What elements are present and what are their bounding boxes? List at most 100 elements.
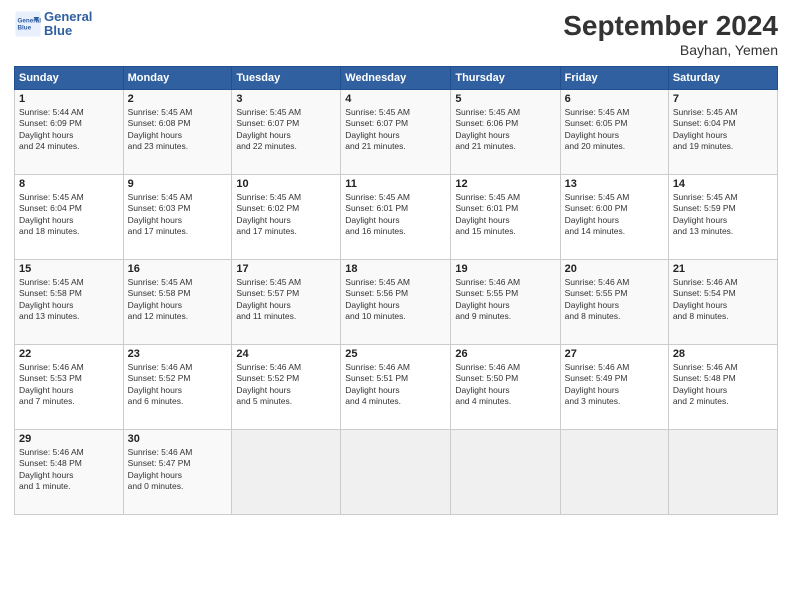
calendar-cell: [341, 430, 451, 515]
calendar-cell: 7 Sunrise: 5:45 AMSunset: 6:04 PMDayligh…: [668, 90, 777, 175]
day-info: Sunrise: 5:44 AMSunset: 6:09 PMDaylight …: [19, 107, 84, 151]
calendar-cell: 19 Sunrise: 5:46 AMSunset: 5:55 PMDaylig…: [451, 260, 560, 345]
calendar-cell: 3 Sunrise: 5:45 AMSunset: 6:07 PMDayligh…: [232, 90, 341, 175]
calendar-cell: [232, 430, 341, 515]
day-info: Sunrise: 5:46 AMSunset: 5:50 PMDaylight …: [455, 362, 520, 406]
location-title: Bayhan, Yemen: [563, 42, 778, 58]
day-info: Sunrise: 5:46 AMSunset: 5:54 PMDaylight …: [673, 277, 738, 321]
day-number: 22: [19, 348, 119, 360]
day-info: Sunrise: 5:46 AMSunset: 5:49 PMDaylight …: [565, 362, 630, 406]
calendar-cell: 14 Sunrise: 5:45 AMSunset: 5:59 PMDaylig…: [668, 175, 777, 260]
calendar-week-1: 1 Sunrise: 5:44 AMSunset: 6:09 PMDayligh…: [15, 90, 778, 175]
svg-text:Blue: Blue: [18, 25, 32, 32]
calendar-cell: [451, 430, 560, 515]
day-info: Sunrise: 5:45 AMSunset: 5:57 PMDaylight …: [236, 277, 301, 321]
day-number: 27: [565, 348, 664, 360]
day-info: Sunrise: 5:45 AMSunset: 5:58 PMDaylight …: [128, 277, 193, 321]
calendar-cell: [668, 430, 777, 515]
calendar-week-3: 15 Sunrise: 5:45 AMSunset: 5:58 PMDaylig…: [15, 260, 778, 345]
day-number: 7: [673, 93, 773, 105]
day-number: 1: [19, 93, 119, 105]
day-info: Sunrise: 5:46 AMSunset: 5:55 PMDaylight …: [565, 277, 630, 321]
calendar-week-2: 8 Sunrise: 5:45 AMSunset: 6:04 PMDayligh…: [15, 175, 778, 260]
day-number: 20: [565, 263, 664, 275]
logo-text-general: General: [44, 10, 92, 24]
day-info: Sunrise: 5:46 AMSunset: 5:52 PMDaylight …: [128, 362, 193, 406]
calendar-cell: 16 Sunrise: 5:45 AMSunset: 5:58 PMDaylig…: [123, 260, 232, 345]
header-row: SundayMondayTuesdayWednesdayThursdayFrid…: [15, 67, 778, 90]
day-info: Sunrise: 5:45 AMSunset: 6:04 PMDaylight …: [19, 192, 84, 236]
day-info: Sunrise: 5:45 AMSunset: 6:07 PMDaylight …: [236, 107, 301, 151]
day-number: 14: [673, 178, 773, 190]
day-info: Sunrise: 5:46 AMSunset: 5:47 PMDaylight …: [128, 447, 193, 491]
day-number: 16: [128, 263, 228, 275]
day-info: Sunrise: 5:45 AMSunset: 6:05 PMDaylight …: [565, 107, 630, 151]
day-number: 29: [19, 433, 119, 445]
logo-text-blue: Blue: [44, 24, 92, 38]
day-header-friday: Friday: [560, 67, 668, 90]
calendar-cell: 10 Sunrise: 5:45 AMSunset: 6:02 PMDaylig…: [232, 175, 341, 260]
day-number: 6: [565, 93, 664, 105]
calendar-cell: 11 Sunrise: 5:45 AMSunset: 6:01 PMDaylig…: [341, 175, 451, 260]
calendar-cell: 27 Sunrise: 5:46 AMSunset: 5:49 PMDaylig…: [560, 345, 668, 430]
calendar-cell: 8 Sunrise: 5:45 AMSunset: 6:04 PMDayligh…: [15, 175, 124, 260]
day-number: 28: [673, 348, 773, 360]
calendar-cell: 12 Sunrise: 5:45 AMSunset: 6:01 PMDaylig…: [451, 175, 560, 260]
day-number: 24: [236, 348, 336, 360]
day-number: 12: [455, 178, 555, 190]
calendar-cell: 4 Sunrise: 5:45 AMSunset: 6:07 PMDayligh…: [341, 90, 451, 175]
day-header-thursday: Thursday: [451, 67, 560, 90]
day-header-wednesday: Wednesday: [341, 67, 451, 90]
calendar-cell: 2 Sunrise: 5:45 AMSunset: 6:08 PMDayligh…: [123, 90, 232, 175]
calendar-cell: 15 Sunrise: 5:45 AMSunset: 5:58 PMDaylig…: [15, 260, 124, 345]
calendar-table: SundayMondayTuesdayWednesdayThursdayFrid…: [14, 66, 778, 515]
day-number: 19: [455, 263, 555, 275]
day-info: Sunrise: 5:45 AMSunset: 5:56 PMDaylight …: [345, 277, 410, 321]
calendar-week-5: 29 Sunrise: 5:46 AMSunset: 5:48 PMDaylig…: [15, 430, 778, 515]
day-info: Sunrise: 5:45 AMSunset: 6:01 PMDaylight …: [345, 192, 410, 236]
calendar-cell: 1 Sunrise: 5:44 AMSunset: 6:09 PMDayligh…: [15, 90, 124, 175]
day-info: Sunrise: 5:45 AMSunset: 6:06 PMDaylight …: [455, 107, 520, 151]
day-info: Sunrise: 5:46 AMSunset: 5:53 PMDaylight …: [19, 362, 84, 406]
day-number: 2: [128, 93, 228, 105]
day-header-sunday: Sunday: [15, 67, 124, 90]
day-number: 18: [345, 263, 446, 275]
day-info: Sunrise: 5:45 AMSunset: 6:08 PMDaylight …: [128, 107, 193, 151]
day-info: Sunrise: 5:45 AMSunset: 6:03 PMDaylight …: [128, 192, 193, 236]
day-info: Sunrise: 5:46 AMSunset: 5:48 PMDaylight …: [19, 447, 84, 491]
day-number: 13: [565, 178, 664, 190]
calendar-week-4: 22 Sunrise: 5:46 AMSunset: 5:53 PMDaylig…: [15, 345, 778, 430]
calendar-cell: 18 Sunrise: 5:45 AMSunset: 5:56 PMDaylig…: [341, 260, 451, 345]
calendar-cell: 20 Sunrise: 5:46 AMSunset: 5:55 PMDaylig…: [560, 260, 668, 345]
day-number: 4: [345, 93, 446, 105]
day-info: Sunrise: 5:45 AMSunset: 6:02 PMDaylight …: [236, 192, 301, 236]
calendar-cell: 30 Sunrise: 5:46 AMSunset: 5:47 PMDaylig…: [123, 430, 232, 515]
day-number: 11: [345, 178, 446, 190]
day-info: Sunrise: 5:46 AMSunset: 5:55 PMDaylight …: [455, 277, 520, 321]
calendar-cell: 26 Sunrise: 5:46 AMSunset: 5:50 PMDaylig…: [451, 345, 560, 430]
header: General Blue General Blue September 2024…: [14, 10, 778, 58]
day-info: Sunrise: 5:45 AMSunset: 6:01 PMDaylight …: [455, 192, 520, 236]
calendar-cell: 9 Sunrise: 5:45 AMSunset: 6:03 PMDayligh…: [123, 175, 232, 260]
day-number: 5: [455, 93, 555, 105]
calendar-body: 1 Sunrise: 5:44 AMSunset: 6:09 PMDayligh…: [15, 90, 778, 515]
calendar-cell: 23 Sunrise: 5:46 AMSunset: 5:52 PMDaylig…: [123, 345, 232, 430]
logo: General Blue General Blue: [14, 10, 92, 39]
calendar-cell: 25 Sunrise: 5:46 AMSunset: 5:51 PMDaylig…: [341, 345, 451, 430]
day-header-saturday: Saturday: [668, 67, 777, 90]
day-number: 25: [345, 348, 446, 360]
day-number: 15: [19, 263, 119, 275]
calendar-cell: 22 Sunrise: 5:46 AMSunset: 5:53 PMDaylig…: [15, 345, 124, 430]
day-info: Sunrise: 5:45 AMSunset: 5:58 PMDaylight …: [19, 277, 84, 321]
month-title: September 2024: [563, 10, 778, 42]
calendar-cell: 29 Sunrise: 5:46 AMSunset: 5:48 PMDaylig…: [15, 430, 124, 515]
calendar-cell: 28 Sunrise: 5:46 AMSunset: 5:48 PMDaylig…: [668, 345, 777, 430]
day-info: Sunrise: 5:46 AMSunset: 5:48 PMDaylight …: [673, 362, 738, 406]
day-number: 23: [128, 348, 228, 360]
day-header-tuesday: Tuesday: [232, 67, 341, 90]
day-info: Sunrise: 5:45 AMSunset: 5:59 PMDaylight …: [673, 192, 738, 236]
day-header-monday: Monday: [123, 67, 232, 90]
day-info: Sunrise: 5:45 AMSunset: 6:04 PMDaylight …: [673, 107, 738, 151]
calendar-cell: [560, 430, 668, 515]
day-info: Sunrise: 5:45 AMSunset: 6:07 PMDaylight …: [345, 107, 410, 151]
